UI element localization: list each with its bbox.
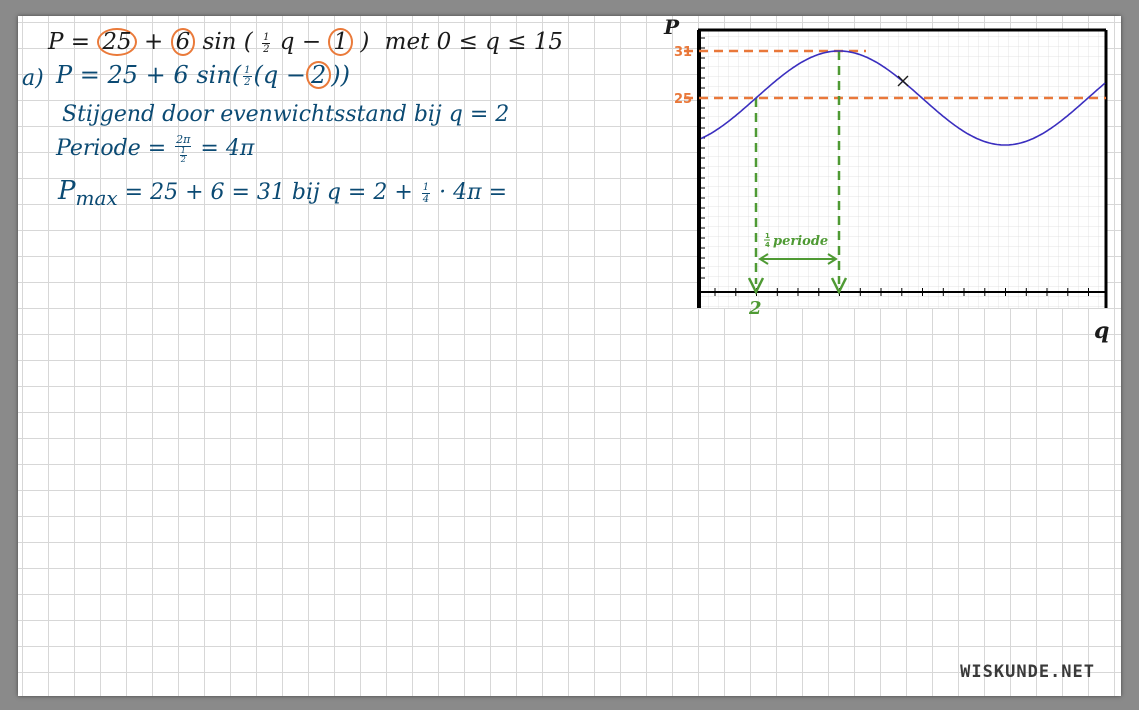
annotation-periode: periode bbox=[773, 234, 828, 249]
x-axis-label: q bbox=[1094, 318, 1109, 344]
annotation-fraction-den: 4 bbox=[765, 241, 770, 249]
watermark: WISKUNDE.NET bbox=[960, 662, 1095, 682]
annotation-fraction-num: 1 bbox=[765, 232, 770, 240]
sine-graph: 31 25 2 P q 1 4 periode bbox=[663, 16, 1109, 344]
y-tick-25: 25 bbox=[674, 92, 692, 107]
x-tick-2: 2 bbox=[748, 298, 762, 319]
worksheet-paper: P = 25 + 6 sin ( 1 2 q − 1 ) met 0 ≤ q ≤… bbox=[18, 16, 1121, 696]
y-axis-label: P bbox=[663, 16, 680, 39]
y-tick-31: 31 bbox=[674, 45, 692, 60]
graph-grid bbox=[698, 30, 1106, 308]
